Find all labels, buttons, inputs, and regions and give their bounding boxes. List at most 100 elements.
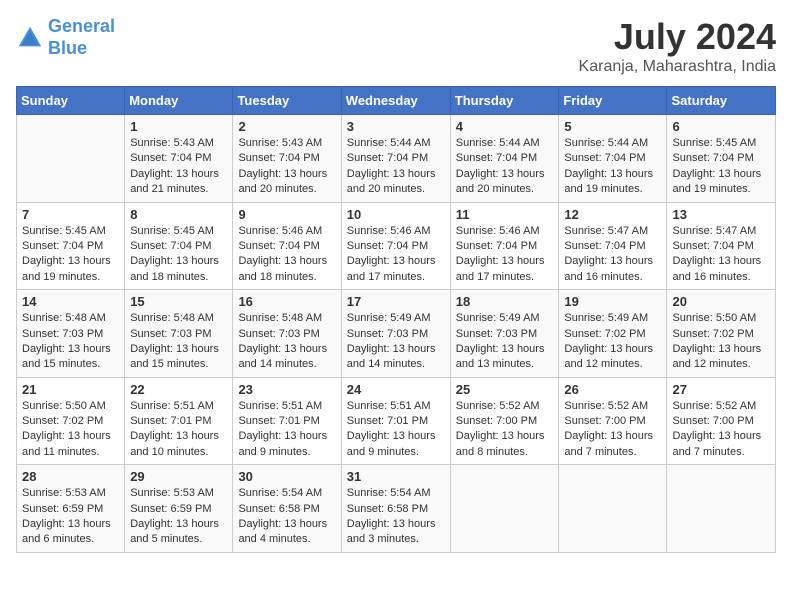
calendar-cell: 16Sunrise: 5:48 AM Sunset: 7:03 PM Dayli… — [233, 290, 341, 378]
month-year: July 2024 — [579, 16, 776, 58]
day-number: 22 — [130, 382, 227, 397]
calendar-cell: 3 Sunrise: 5:44 AM Sunset: 7:04 PM Daylig… — [341, 115, 450, 203]
calendar-cell: 4 Sunrise: 5:44 AM Sunset: 7:04 PM Daylig… — [450, 115, 559, 203]
calendar-cell: 6 Sunrise: 5:45 AM Sunset: 7:04 PM Daylig… — [667, 115, 776, 203]
calendar-cell: 2 Sunrise: 5:43 AM Sunset: 7:04 PM Daylig… — [233, 115, 341, 203]
header-monday: Monday — [125, 87, 233, 115]
calendar-cell: 25 Sunrise: 5:52 AM Sunset: 7:00 PM Dayli… — [450, 377, 559, 465]
calendar-cell — [450, 465, 559, 553]
day-info: Sunrise: 5:44 AM Sunset: 7:04 PM Dayligh… — [347, 136, 445, 198]
header-tuesday: Tuesday — [233, 87, 341, 115]
day-number: 2 — [238, 119, 335, 134]
day-number: 28 — [22, 469, 119, 484]
calendar-cell: 26Sunrise: 5:52 AM Sunset: 7:00 PM Dayli… — [559, 377, 667, 465]
header-row: Sunday Monday Tuesday Wednesday Thursday… — [17, 87, 776, 115]
calendar-header: Sunday Monday Tuesday Wednesday Thursday… — [17, 87, 776, 115]
calendar-cell: 14Sunrise: 5:48 AM Sunset: 7:03 PM Dayli… — [17, 290, 125, 378]
day-info: Sunrise: 5:49 AM Sunset: 7:03 PM Dayligh… — [456, 311, 554, 373]
day-number: 1 — [130, 119, 227, 134]
day-info: Sunrise: 5:48 AM Sunset: 7:03 PM Dayligh… — [238, 311, 335, 373]
header-wednesday: Wednesday — [341, 87, 450, 115]
day-number: 13 — [672, 207, 770, 222]
calendar-cell: 31 Sunrise: 5:54 AM Sunset: 6:58 PM Dayli… — [341, 465, 450, 553]
calendar-cell — [17, 115, 125, 203]
day-number: 3 — [347, 119, 445, 134]
day-info: Sunrise: 5:46 AM Sunset: 7:04 PM Dayligh… — [238, 224, 335, 286]
day-info: Sunrise: 5:54 AM Sunset: 6:58 PM Dayligh… — [347, 486, 445, 548]
day-info: Sunrise: 5:52 AM Sunset: 7:00 PM Dayligh… — [672, 399, 770, 461]
calendar-cell — [667, 465, 776, 553]
day-info: Sunrise: 5:50 AM Sunset: 7:02 PM Dayligh… — [672, 311, 770, 373]
day-info: Sunrise: 5:43 AM Sunset: 7:04 PM Dayligh… — [238, 136, 335, 198]
day-info: Sunrise: 5:45 AM Sunset: 7:04 PM Dayligh… — [22, 224, 119, 286]
day-number: 18 — [456, 294, 554, 309]
day-number: 15 — [130, 294, 227, 309]
day-number: 7 — [22, 207, 119, 222]
calendar-cell: 28 Sunrise: 5:53 AM Sunset: 6:59 PM Dayli… — [17, 465, 125, 553]
location: Karanja, Maharashtra, India — [579, 58, 776, 76]
day-number: 25 — [456, 382, 554, 397]
calendar-cell: 21 Sunrise: 5:50 AM Sunset: 7:02 PM Dayli… — [17, 377, 125, 465]
calendar-table: Sunday Monday Tuesday Wednesday Thursday… — [16, 86, 776, 553]
day-info: Sunrise: 5:44 AM Sunset: 7:04 PM Dayligh… — [456, 136, 554, 198]
calendar-cell: 19 Sunrise: 5:49 AM Sunset: 7:02 PM Dayli… — [559, 290, 667, 378]
week-row-0: 1 Sunrise: 5:43 AM Sunset: 7:04 PM Daylig… — [17, 115, 776, 203]
day-info: Sunrise: 5:51 AM Sunset: 7:01 PM Dayligh… — [347, 399, 445, 461]
day-number: 19 — [564, 294, 661, 309]
day-info: Sunrise: 5:47 AM Sunset: 7:04 PM Dayligh… — [672, 224, 770, 286]
day-number: 31 — [347, 469, 445, 484]
day-info: Sunrise: 5:46 AM Sunset: 7:04 PM Dayligh… — [347, 224, 445, 286]
day-number: 17 — [347, 294, 445, 309]
day-number: 29 — [130, 469, 227, 484]
calendar-cell: 12Sunrise: 5:47 AM Sunset: 7:04 PM Dayli… — [559, 202, 667, 290]
day-info: Sunrise: 5:51 AM Sunset: 7:01 PM Dayligh… — [130, 399, 227, 461]
day-info: Sunrise: 5:44 AM Sunset: 7:04 PM Dayligh… — [564, 136, 661, 198]
day-number: 8 — [130, 207, 227, 222]
calendar-cell: 10 Sunrise: 5:46 AM Sunset: 7:04 PM Dayli… — [341, 202, 450, 290]
day-number: 21 — [22, 382, 119, 397]
logo: General Blue — [16, 16, 115, 59]
week-row-2: 14Sunrise: 5:48 AM Sunset: 7:03 PM Dayli… — [17, 290, 776, 378]
calendar-body: 1 Sunrise: 5:43 AM Sunset: 7:04 PM Daylig… — [17, 115, 776, 553]
calendar-cell: 30 Sunrise: 5:54 AM Sunset: 6:58 PM Dayli… — [233, 465, 341, 553]
calendar-cell: 5 Sunrise: 5:44 AM Sunset: 7:04 PM Daylig… — [559, 115, 667, 203]
day-number: 10 — [347, 207, 445, 222]
day-info: Sunrise: 5:47 AM Sunset: 7:04 PM Dayligh… — [564, 224, 661, 286]
day-info: Sunrise: 5:53 AM Sunset: 6:59 PM Dayligh… — [130, 486, 227, 548]
day-info: Sunrise: 5:54 AM Sunset: 6:58 PM Dayligh… — [238, 486, 335, 548]
day-info: Sunrise: 5:49 AM Sunset: 7:03 PM Dayligh… — [347, 311, 445, 373]
header-thursday: Thursday — [450, 87, 559, 115]
calendar-cell: 1 Sunrise: 5:43 AM Sunset: 7:04 PM Daylig… — [125, 115, 233, 203]
day-number: 6 — [672, 119, 770, 134]
day-info: Sunrise: 5:50 AM Sunset: 7:02 PM Dayligh… — [22, 399, 119, 461]
calendar-cell: 23 Sunrise: 5:51 AM Sunset: 7:01 PM Dayli… — [233, 377, 341, 465]
calendar-cell: 24 Sunrise: 5:51 AM Sunset: 7:01 PM Dayli… — [341, 377, 450, 465]
day-number: 30 — [238, 469, 335, 484]
calendar-cell: 18 Sunrise: 5:49 AM Sunset: 7:03 PM Dayli… — [450, 290, 559, 378]
calendar-cell: 29 Sunrise: 5:53 AM Sunset: 6:59 PM Dayli… — [125, 465, 233, 553]
calendar-cell: 9 Sunrise: 5:46 AM Sunset: 7:04 PM Daylig… — [233, 202, 341, 290]
day-info: Sunrise: 5:52 AM Sunset: 7:00 PM Dayligh… — [456, 399, 554, 461]
header-friday: Friday — [559, 87, 667, 115]
day-info: Sunrise: 5:51 AM Sunset: 7:01 PM Dayligh… — [238, 399, 335, 461]
logo-text: General Blue — [48, 16, 115, 59]
day-info: Sunrise: 5:43 AM Sunset: 7:04 PM Dayligh… — [130, 136, 227, 198]
week-row-1: 7 Sunrise: 5:45 AM Sunset: 7:04 PM Daylig… — [17, 202, 776, 290]
day-info: Sunrise: 5:49 AM Sunset: 7:02 PM Dayligh… — [564, 311, 661, 373]
calendar-cell: 22 Sunrise: 5:51 AM Sunset: 7:01 PM Dayli… — [125, 377, 233, 465]
day-number: 11 — [456, 207, 554, 222]
day-number: 23 — [238, 382, 335, 397]
calendar-cell: 7 Sunrise: 5:45 AM Sunset: 7:04 PM Daylig… — [17, 202, 125, 290]
calendar-cell: 20 Sunrise: 5:50 AM Sunset: 7:02 PM Dayli… — [667, 290, 776, 378]
day-info: Sunrise: 5:45 AM Sunset: 7:04 PM Dayligh… — [672, 136, 770, 198]
week-row-3: 21 Sunrise: 5:50 AM Sunset: 7:02 PM Dayli… — [17, 377, 776, 465]
day-number: 9 — [238, 207, 335, 222]
day-number: 24 — [347, 382, 445, 397]
day-number: 4 — [456, 119, 554, 134]
day-number: 20 — [672, 294, 770, 309]
day-number: 26 — [564, 382, 661, 397]
page-header: General Blue July 2024 Karanja, Maharash… — [16, 16, 776, 76]
day-info: Sunrise: 5:53 AM Sunset: 6:59 PM Dayligh… — [22, 486, 119, 548]
calendar-cell: 8Sunrise: 5:45 AM Sunset: 7:04 PM Daylig… — [125, 202, 233, 290]
day-number: 5 — [564, 119, 661, 134]
